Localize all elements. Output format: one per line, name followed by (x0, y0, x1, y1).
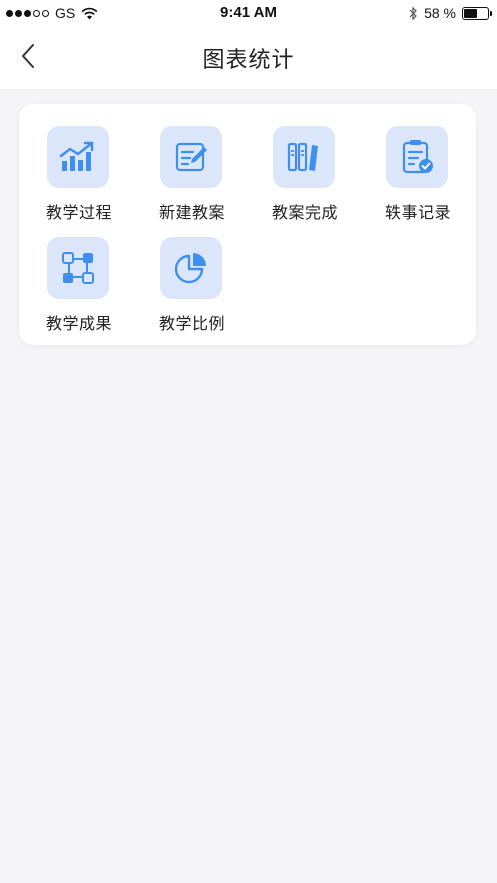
books-icon (273, 126, 335, 188)
menu-grid: 教学过程 新建教案 教案完成 轶事记录 教学成果 教学比例 (19, 104, 476, 345)
nodes-icon (47, 237, 109, 299)
menu-item-label: 轶事记录 (384, 205, 451, 222)
clipboard-check-icon (386, 126, 448, 188)
menu-item-teaching-process[interactable]: 教学过程 (19, 104, 131, 222)
status-bar: GS 9:41 AM 58 % (0, 0, 497, 28)
battery-icon (462, 6, 492, 20)
menu-item-label: 教案完成 (271, 205, 338, 222)
bluetooth-icon (409, 6, 417, 20)
menu-item-lesson-completed[interactable]: 教案完成 (245, 104, 357, 222)
header-area: GS 9:41 AM 58 % 图表统计 (0, 0, 497, 90)
menu-item-label: 教学成果 (45, 316, 112, 333)
page-title: 图表统计 (202, 47, 295, 72)
status-right: 58 % (408, 5, 492, 21)
menu-item-new-lesson-plan[interactable]: 新建教案 (132, 104, 244, 222)
menu-item-label: 教学比例 (158, 316, 225, 333)
menu-item-teaching-results[interactable]: 教学成果 (19, 215, 131, 333)
edit-document-icon (160, 126, 222, 188)
trend-chart-icon (47, 126, 109, 188)
nav-bar: 图表统计 (0, 28, 497, 90)
pie-chart-icon (160, 237, 222, 299)
stats-menu-card: 教学过程 新建教案 教案完成 轶事记录 教学成果 教学比例 (19, 104, 476, 345)
battery-level (464, 8, 478, 18)
menu-item-anecdote-record[interactable]: 轶事记录 (358, 104, 470, 222)
battery-percent: 58 % (424, 5, 456, 21)
menu-item-teaching-ratio[interactable]: 教学比例 (132, 215, 244, 333)
